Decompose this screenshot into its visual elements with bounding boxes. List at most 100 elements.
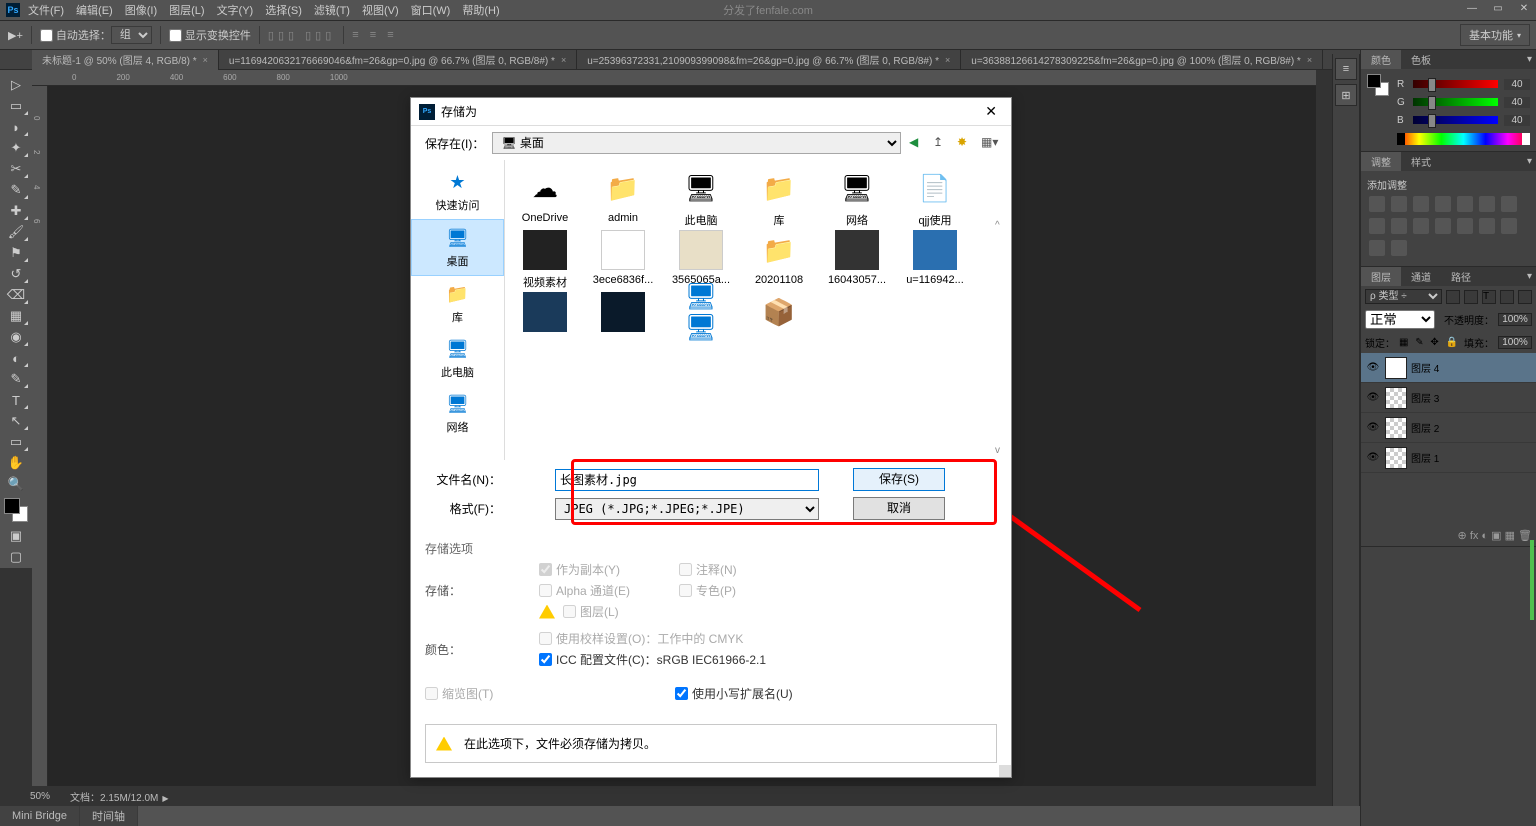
hand-tool-icon[interactable]: ✋ bbox=[3, 453, 29, 473]
g-value[interactable]: 40 bbox=[1504, 97, 1530, 108]
save-button[interactable]: 保存(S) bbox=[853, 468, 945, 491]
history-panel-icon[interactable]: ≡ bbox=[1335, 58, 1357, 80]
type-tool-icon[interactable]: T bbox=[3, 390, 29, 410]
file-item[interactable]: 📁admin bbox=[585, 168, 661, 228]
crop-tool-icon[interactable]: ✂ bbox=[3, 159, 29, 179]
layer-item[interactable]: 👁图层 4 bbox=[1361, 353, 1536, 383]
menu-item[interactable]: 文件(F) bbox=[28, 2, 64, 18]
align-icons[interactable]: ▯▯▯ ▯▯▯ bbox=[268, 29, 335, 42]
layer-footer-icons[interactable]: ⊕ fx ◐ ▣ ▦ 🗑 bbox=[1458, 529, 1532, 542]
filter-pixel-icon[interactable] bbox=[1446, 290, 1460, 304]
eyedropper-tool-icon[interactable]: ✎ bbox=[3, 180, 29, 200]
move-tool-icon[interactable]: ▷ bbox=[3, 75, 29, 95]
distribute-icons[interactable]: ≡ ≡ ≡ bbox=[352, 29, 397, 41]
visibility-icon[interactable]: 👁 bbox=[1365, 362, 1381, 373]
cancel-button[interactable]: 取消 bbox=[853, 497, 945, 520]
paths-tab[interactable]: 路径 bbox=[1441, 267, 1481, 286]
file-item[interactable]: ☁OneDrive bbox=[507, 168, 583, 228]
layer-filter[interactable]: ρ 类型 ÷ bbox=[1365, 289, 1442, 304]
brush-tool-icon[interactable]: 🖌 bbox=[3, 222, 29, 242]
shape-tool-icon[interactable]: ▭ bbox=[3, 432, 29, 452]
minimize-icon[interactable]: — bbox=[1460, 0, 1484, 16]
file-item[interactable]: 16043057... bbox=[819, 230, 895, 290]
icc-check[interactable] bbox=[539, 653, 552, 666]
place-thispc[interactable]: 🖥此电脑 bbox=[411, 331, 504, 386]
menu-item[interactable]: 选择(S) bbox=[265, 2, 302, 18]
filter-adj-icon[interactable] bbox=[1464, 290, 1478, 304]
gradient-tool-icon[interactable]: ▦ bbox=[3, 306, 29, 326]
r-value[interactable]: 40 bbox=[1504, 79, 1530, 90]
blend-mode[interactable]: 正常 bbox=[1365, 310, 1435, 329]
up-icon[interactable]: ↥ bbox=[933, 135, 949, 151]
menu-item[interactable]: 滤镜(T) bbox=[314, 2, 350, 18]
fg-bg-swatch[interactable] bbox=[1367, 74, 1389, 96]
panel-menu-icon[interactable]: ▾ bbox=[1527, 271, 1532, 282]
file-item[interactable]: u=116942... bbox=[897, 230, 973, 290]
file-item[interactable]: 🖥🖥 bbox=[663, 292, 739, 336]
filter-smart-icon[interactable] bbox=[1518, 290, 1532, 304]
place-quick[interactable]: ★快速访问 bbox=[411, 164, 504, 219]
auto-select-target[interactable]: 组 bbox=[111, 26, 152, 44]
file-item[interactable]: 📁20201108 bbox=[741, 230, 817, 290]
layer-item[interactable]: 👁图层 3 bbox=[1361, 383, 1536, 413]
filter-shape-icon[interactable] bbox=[1500, 290, 1514, 304]
adjustments-tab[interactable]: 调整 bbox=[1361, 152, 1401, 171]
file-item[interactable]: 🖥网络 bbox=[819, 168, 895, 228]
menu-item[interactable]: 视图(V) bbox=[362, 2, 399, 18]
close-icon[interactable]: ✕ bbox=[979, 103, 1003, 120]
visibility-icon[interactable]: 👁 bbox=[1365, 422, 1381, 433]
properties-panel-icon[interactable]: ⊞ bbox=[1335, 84, 1357, 106]
back-icon[interactable]: ◀ bbox=[909, 135, 925, 151]
file-item[interactable]: 📦 bbox=[741, 292, 817, 336]
workspace-button[interactable]: 基本功能 bbox=[1460, 24, 1530, 46]
stamp-tool-icon[interactable]: ⚑ bbox=[3, 243, 29, 263]
format-select[interactable]: JPEG (*.JPG;*.JPEG;*.JPE) bbox=[555, 498, 819, 520]
filename-input[interactable] bbox=[555, 469, 819, 491]
visibility-icon[interactable]: 👁 bbox=[1365, 452, 1381, 463]
file-item[interactable]: 🖥此电脑 bbox=[663, 168, 739, 228]
panel-menu-icon[interactable]: ▾ bbox=[1527, 156, 1532, 167]
document-tab[interactable]: 未标题-1 @ 50% (图层 4, RGB/8) *× bbox=[32, 50, 219, 70]
b-value[interactable]: 40 bbox=[1504, 115, 1530, 126]
pen-tool-icon[interactable]: ✎ bbox=[3, 369, 29, 389]
r-slider[interactable] bbox=[1413, 80, 1498, 88]
document-tab[interactable]: u=25396372331,210909399098&fm=26&gp=0.jp… bbox=[577, 50, 961, 70]
show-transform-check[interactable] bbox=[169, 29, 182, 42]
path-tool-icon[interactable]: ↖ bbox=[3, 411, 29, 431]
layers-tab[interactable]: 图层 bbox=[1361, 267, 1401, 286]
savein-select[interactable]: 🖥 桌面 bbox=[492, 132, 901, 154]
tab-close-icon[interactable]: × bbox=[945, 55, 950, 65]
color-tab[interactable]: 颜色 bbox=[1361, 50, 1401, 69]
maximize-icon[interactable]: ▭ bbox=[1486, 0, 1510, 16]
auto-select-check[interactable] bbox=[40, 29, 53, 42]
wand-tool-icon[interactable]: ✦ bbox=[3, 138, 29, 158]
document-tab[interactable]: u=1169420632176669046&fm=26&gp=0.jpg @ 6… bbox=[219, 50, 577, 70]
file-item[interactable]: 📁库 bbox=[741, 168, 817, 228]
spectrum-bar[interactable] bbox=[1397, 133, 1530, 145]
place-desktop[interactable]: 🖥桌面 bbox=[411, 219, 504, 276]
resize-grip[interactable] bbox=[999, 765, 1011, 777]
layer-item[interactable]: 👁图层 1 bbox=[1361, 443, 1536, 473]
fill-value[interactable]: 100% bbox=[1498, 336, 1532, 349]
view-icon[interactable]: ▦▾ bbox=[981, 135, 997, 151]
g-slider[interactable] bbox=[1413, 98, 1498, 106]
zoom-tool-icon[interactable]: 🔍 bbox=[3, 474, 29, 494]
menu-item[interactable]: 编辑(E) bbox=[76, 2, 113, 18]
lasso-tool-icon[interactable]: ◗ bbox=[3, 117, 29, 137]
file-item[interactable]: 3ece6836f... bbox=[585, 230, 661, 290]
newfolder-icon[interactable]: ✸ bbox=[957, 135, 973, 151]
file-item[interactable] bbox=[585, 292, 661, 336]
dodge-tool-icon[interactable]: ◐ bbox=[3, 348, 29, 368]
menu-item[interactable]: 图层(L) bbox=[169, 2, 204, 18]
mini-bridge-tab[interactable]: Mini Bridge bbox=[0, 806, 80, 826]
file-browser[interactable]: ^ v ☁OneDrive 📁admin 🖥此电脑 📁库 🖥网络 📄qjj使用 … bbox=[505, 160, 1011, 460]
place-libraries[interactable]: 📁库 bbox=[411, 276, 504, 331]
styles-tab[interactable]: 样式 bbox=[1401, 152, 1441, 171]
panel-menu-icon[interactable]: ▾ bbox=[1527, 54, 1532, 65]
close-icon[interactable]: ✕ bbox=[1512, 0, 1536, 16]
scroll-up-icon[interactable]: ^ bbox=[995, 220, 1011, 231]
place-network[interactable]: 🖥网络 bbox=[411, 386, 504, 441]
eraser-tool-icon[interactable]: ⌫ bbox=[3, 285, 29, 305]
marquee-tool-icon[interactable]: ▭ bbox=[3, 96, 29, 116]
file-item[interactable]: 视频素材 bbox=[507, 230, 583, 290]
